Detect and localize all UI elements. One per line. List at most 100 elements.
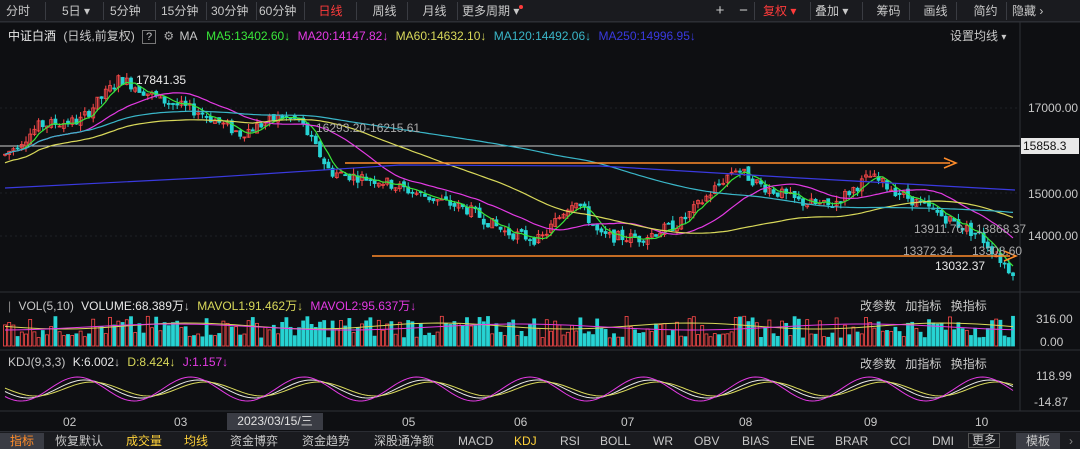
volume-bar [603, 329, 608, 347]
volume-bar [670, 329, 675, 347]
volume-bar [960, 328, 965, 347]
volume-bar [985, 328, 990, 347]
volume-bar [439, 315, 444, 347]
kdj-tick-max: 118.99 [1036, 369, 1072, 383]
scroll-button[interactable]: › [1062, 433, 1080, 449]
volume-bar [691, 316, 696, 347]
main-legend: 中证白酒 (日线,前复权) ? ⚙ MA MA5:13402.60↓ MA20:… [8, 27, 696, 44]
candle-body [511, 233, 516, 240]
add-indicator-button[interactable]: 加指标 [905, 299, 941, 313]
tab-kdj[interactable]: KDJ [514, 433, 537, 449]
tab-volume[interactable]: 成交量 [126, 433, 162, 449]
volume-bar [885, 330, 889, 347]
volume-bar [427, 332, 432, 347]
tab-boll[interactable]: BOLL [600, 433, 631, 449]
ma250-value: MA250:14996.95 [598, 29, 690, 43]
arrow-down-icon: ↓ [169, 355, 176, 369]
volume-bar [519, 330, 524, 347]
tab-restore-default[interactable]: 恢复默认 [55, 433, 103, 449]
add-indicator-button[interactable]: 加指标 [905, 357, 941, 371]
gear-icon[interactable]: ⚙ [163, 29, 174, 43]
volume-bar [977, 337, 982, 347]
x-label-08: 08 [739, 415, 753, 429]
volume-bar [914, 327, 919, 347]
candle-body [885, 180, 889, 190]
edit-params-button[interactable]: 改参数 [860, 357, 896, 371]
volume-bar [549, 330, 553, 347]
volume-bar [586, 331, 591, 347]
volume-bar [355, 327, 360, 347]
tab-szconnect-net[interactable]: 深股通净额 [374, 433, 434, 449]
tab-more[interactable]: 更多 [968, 433, 1001, 448]
volume-bar [297, 327, 301, 347]
tab-ene[interactable]: ENE [790, 433, 815, 449]
volume-bar [271, 324, 276, 347]
tab-dmi[interactable]: DMI [932, 433, 954, 449]
tab-brar[interactable]: BRAR [835, 433, 868, 449]
volume-bar [40, 330, 45, 347]
volume-bar [74, 333, 79, 347]
help-icon[interactable]: ? [142, 30, 157, 44]
volume-bar [200, 336, 205, 347]
edit-params-button[interactable]: 改参数 [860, 299, 896, 313]
volume-bar [994, 318, 999, 347]
candle-body [935, 209, 940, 213]
volume-bar [578, 317, 583, 347]
volume-value: VOLUME:68.389万 [81, 299, 184, 313]
volume-bar [334, 328, 339, 347]
volume-bar [712, 333, 717, 347]
switch-indicator-button[interactable]: 换指标 [951, 299, 987, 313]
tab-macd[interactable]: MACD [458, 433, 493, 449]
volume-bar [322, 320, 327, 347]
tab-ma[interactable]: 均线 [184, 433, 208, 449]
volume-bar [124, 319, 129, 347]
candle-body [40, 120, 45, 128]
template-button[interactable]: 模板 [1016, 433, 1060, 449]
switch-indicator-button[interactable]: 换指标 [951, 357, 987, 371]
tab-wr[interactable]: WR [653, 433, 673, 449]
volume-bar [935, 323, 940, 347]
tab-indicator[interactable]: 指标 [0, 433, 44, 449]
volume-bar [763, 326, 768, 347]
candle-body [431, 198, 436, 202]
candle-body [368, 179, 373, 182]
index-title: 中证白酒 [8, 29, 57, 43]
ma-settings-button[interactable]: 设置均线 ▾ [950, 27, 1006, 44]
annotation-13868: 13868.37 [976, 222, 1027, 236]
volume-bar [166, 325, 171, 347]
volume-bar [171, 322, 175, 347]
volume-bar [465, 317, 469, 347]
volume-bar [137, 323, 142, 347]
arrow-down-icon: ↓ [114, 355, 121, 369]
volume-bar [217, 333, 222, 347]
volume-bar [326, 337, 331, 347]
volume-bar [423, 335, 427, 347]
volume-bar [649, 331, 654, 347]
volume-bar [208, 334, 213, 347]
candle-body [427, 196, 432, 201]
tab-obv[interactable]: OBV [694, 433, 719, 449]
tab-bias[interactable]: BIAS [742, 433, 769, 449]
volume-bar [11, 324, 16, 347]
volume-bar [838, 337, 843, 347]
high-annotation: 17841.35 [136, 73, 187, 87]
volume-bar [918, 331, 923, 347]
arrow-down-icon: ↓ [382, 29, 389, 43]
volume-bar [213, 335, 217, 347]
tab-rsi[interactable]: RSI [560, 433, 580, 449]
tab-cci[interactable]: CCI [890, 433, 911, 449]
volume-bar [330, 320, 335, 347]
candle-body [654, 234, 658, 237]
candle-body [897, 192, 902, 195]
candle-body [162, 96, 167, 104]
volume-bar [494, 323, 499, 347]
tab-fund-game[interactable]: 资金博弈 [230, 433, 278, 449]
candle-body [322, 158, 327, 165]
volume-bar [305, 316, 310, 347]
x-label-05: 05 [402, 415, 416, 429]
volume-bar [381, 329, 385, 347]
volume-bar [595, 318, 600, 347]
volume-bar [628, 326, 633, 347]
volume-bar [792, 316, 797, 347]
tab-fund-trend[interactable]: 资金趋势 [302, 433, 350, 449]
